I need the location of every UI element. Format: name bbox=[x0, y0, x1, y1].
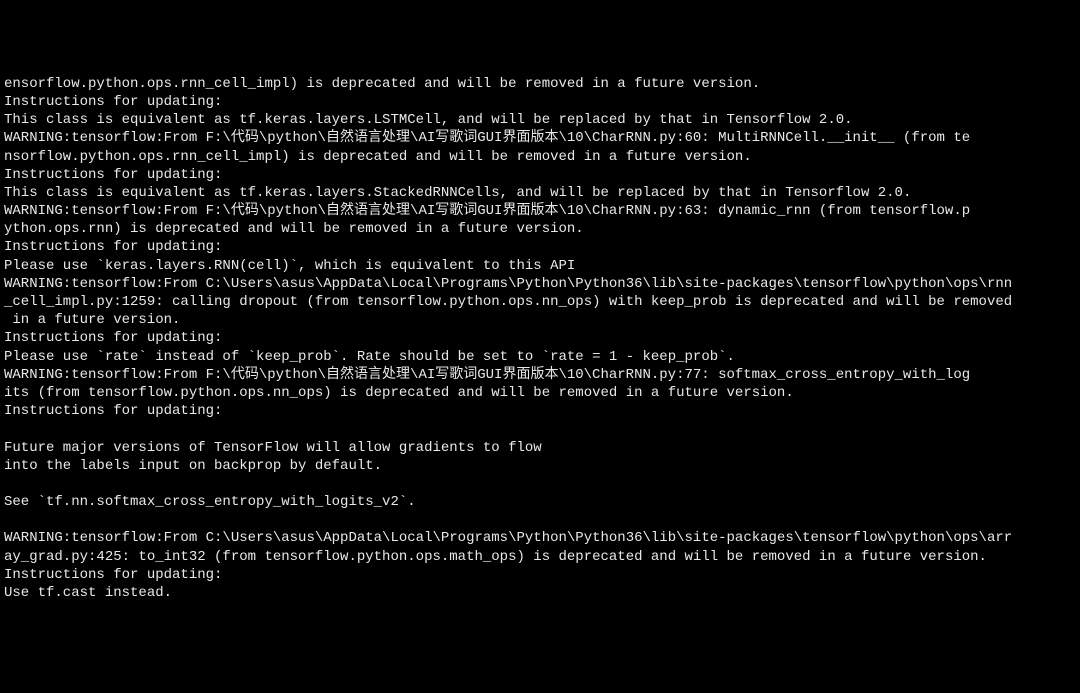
terminal-line bbox=[4, 420, 1076, 438]
terminal-line: in a future version. bbox=[4, 311, 1076, 329]
terminal-line: See `tf.nn.softmax_cross_entropy_with_lo… bbox=[4, 493, 1076, 511]
terminal-line: WARNING:tensorflow:From F:\代码\python\自然语… bbox=[4, 129, 1076, 147]
terminal-line: Use tf.cast instead. bbox=[4, 584, 1076, 602]
terminal-line: WARNING:tensorflow:From C:\Users\asus\Ap… bbox=[4, 529, 1076, 547]
terminal-line: Instructions for updating: bbox=[4, 93, 1076, 111]
terminal-line: Please use `rate` instead of `keep_prob`… bbox=[4, 348, 1076, 366]
terminal-line: This class is equivalent as tf.keras.lay… bbox=[4, 184, 1076, 202]
terminal-line: into the labels input on backprop by def… bbox=[4, 457, 1076, 475]
terminal-line bbox=[4, 475, 1076, 493]
terminal-line: ython.ops.rnn) is deprecated and will be… bbox=[4, 220, 1076, 238]
terminal-line: Future major versions of TensorFlow will… bbox=[4, 439, 1076, 457]
terminal-line: its (from tensorflow.python.ops.nn_ops) … bbox=[4, 384, 1076, 402]
terminal-line: WARNING:tensorflow:From C:\Users\asus\Ap… bbox=[4, 275, 1076, 293]
terminal-line: Instructions for updating: bbox=[4, 238, 1076, 256]
terminal-line: Instructions for updating: bbox=[4, 566, 1076, 584]
terminal-line bbox=[4, 511, 1076, 529]
terminal-line: nsorflow.python.ops.rnn_cell_impl) is de… bbox=[4, 148, 1076, 166]
terminal-line: WARNING:tensorflow:From F:\代码\python\自然语… bbox=[4, 366, 1076, 384]
terminal-line: _cell_impl.py:1259: calling dropout (fro… bbox=[4, 293, 1076, 311]
terminal-output: ensorflow.python.ops.rnn_cell_impl) is d… bbox=[4, 75, 1076, 602]
terminal-line: Instructions for updating: bbox=[4, 402, 1076, 420]
terminal-line: Instructions for updating: bbox=[4, 329, 1076, 347]
terminal-line: Instructions for updating: bbox=[4, 166, 1076, 184]
terminal-line: ensorflow.python.ops.rnn_cell_impl) is d… bbox=[4, 75, 1076, 93]
terminal-line: ay_grad.py:425: to_int32 (from tensorflo… bbox=[4, 548, 1076, 566]
terminal-line: This class is equivalent as tf.keras.lay… bbox=[4, 111, 1076, 129]
terminal-line: WARNING:tensorflow:From F:\代码\python\自然语… bbox=[4, 202, 1076, 220]
terminal-line: Please use `keras.layers.RNN(cell)`, whi… bbox=[4, 257, 1076, 275]
